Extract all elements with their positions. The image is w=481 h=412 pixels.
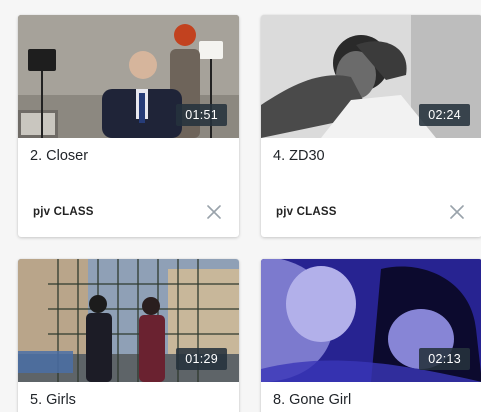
video-thumbnail[interactable]: 02:24: [261, 15, 481, 138]
video-card: 02:13 8. Gone Girl: [261, 259, 481, 412]
author-label[interactable]: pjv CLASS: [33, 206, 94, 218]
video-title[interactable]: 8. Gone Girl: [273, 392, 351, 408]
author-label[interactable]: pjv CLASS: [276, 206, 337, 218]
video-thumbnail[interactable]: 01:51: [18, 15, 239, 138]
video-title[interactable]: 5. Girls: [30, 392, 76, 408]
video-thumbnail[interactable]: 02:13: [261, 259, 481, 382]
remove-button[interactable]: [450, 205, 464, 219]
duration-badge: 01:51: [176, 104, 227, 126]
close-icon: [450, 205, 464, 219]
video-thumbnail[interactable]: 01:29: [18, 259, 239, 382]
duration-badge: 02:24: [419, 104, 470, 126]
video-grid: 01:51 2. Closer pjv CLASS 02:24 4. ZD30 …: [0, 0, 481, 412]
video-title[interactable]: 2. Closer: [30, 148, 88, 164]
video-card: 01:51 2. Closer pjv CLASS: [18, 15, 239, 237]
video-title[interactable]: 4. ZD30: [273, 148, 325, 164]
duration-badge: 02:13: [419, 348, 470, 370]
video-card: 02:24 4. ZD30 pjv CLASS: [261, 15, 481, 237]
remove-button[interactable]: [207, 205, 221, 219]
duration-badge: 01:29: [176, 348, 227, 370]
video-card: 01:29 5. Girls: [18, 259, 239, 412]
close-icon: [207, 205, 221, 219]
